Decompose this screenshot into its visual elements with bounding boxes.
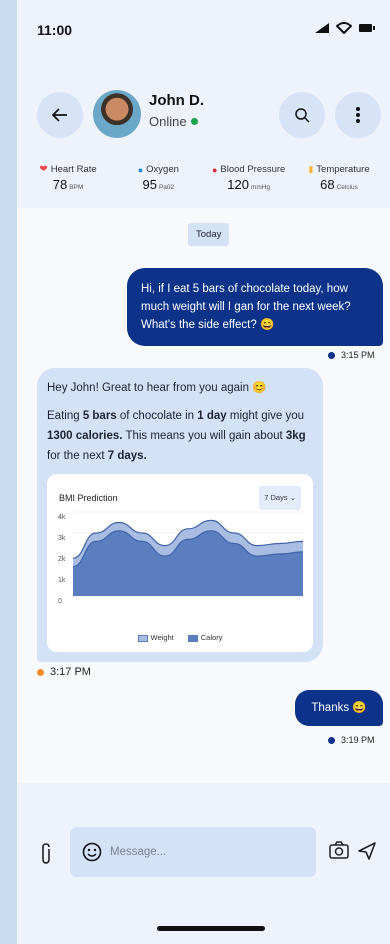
series-area-calory bbox=[73, 530, 303, 596]
status-bar: 11:00 bbox=[17, 0, 390, 60]
message-meta: 3:19 PM bbox=[328, 735, 375, 745]
avatar[interactable] bbox=[93, 90, 141, 138]
home-indicator bbox=[157, 926, 265, 931]
incoming-message[interactable]: Hey John! Great to hear from you again 😊… bbox=[37, 368, 323, 662]
status-time: 11:00 bbox=[37, 22, 73, 38]
vital-label: Blood Pressure bbox=[220, 164, 286, 175]
battery-icon bbox=[359, 24, 375, 32]
vital-heart-rate: ❤ Heart Rate 78 BPM bbox=[25, 164, 111, 192]
vitals-row: ❤ Heart Rate 78 BPM ● Oxygen 95 Pa02 ● Blood … bbox=[25, 164, 382, 192]
online-dot-icon bbox=[190, 118, 198, 125]
message-field[interactable] bbox=[70, 827, 316, 877]
emoji-icon[interactable] bbox=[82, 842, 102, 862]
vital-unit: Pa02 bbox=[158, 184, 175, 191]
vital-unit: mmHg bbox=[250, 184, 271, 191]
vital-temperature: ▮ Temperature 68 Celcius bbox=[296, 164, 382, 192]
vital-oxygen: ● Oxygen 95 Pa02 bbox=[115, 164, 201, 192]
wifi-icon bbox=[336, 22, 352, 34]
vital-blood-pressure: ● Blood Pressure 120 mmHg bbox=[206, 164, 292, 192]
vital-value: 95 bbox=[142, 177, 157, 192]
message-time: 3:15 PM bbox=[341, 350, 375, 360]
message-greeting: Hey John! Great to hear from you again 😊 bbox=[47, 382, 267, 394]
send-icon bbox=[358, 842, 376, 860]
camera-icon bbox=[329, 841, 349, 859]
heart-icon: ❤ bbox=[39, 164, 48, 175]
status-icons bbox=[314, 22, 376, 34]
chat-area[interactable]: Today Hi, if I eat 5 bars of chocolate t… bbox=[17, 208, 390, 783]
message-input-bar bbox=[17, 783, 390, 944]
outgoing-message[interactable]: Thanks 😄 bbox=[295, 690, 383, 726]
vital-value: 78 bbox=[52, 177, 68, 192]
chart-legend: Weight Calory bbox=[47, 628, 313, 648]
contact-name: John D. bbox=[149, 92, 204, 109]
received-dot-icon bbox=[37, 668, 44, 676]
signal-icon bbox=[315, 23, 329, 33]
more-options-button[interactable] bbox=[335, 92, 381, 138]
legend-item-weight: Weight bbox=[137, 628, 174, 648]
paperclip-icon bbox=[42, 843, 50, 864]
outgoing-message[interactable]: Hi, if I eat 5 bars of chocolate today, … bbox=[127, 268, 383, 346]
sent-dot-icon bbox=[328, 736, 335, 744]
chat-header: John D. Online bbox=[17, 88, 390, 144]
attach-button[interactable] bbox=[39, 843, 53, 871]
drop-icon: ● bbox=[137, 164, 144, 175]
contact-status: Online bbox=[149, 114, 198, 129]
message-meta: 3:15 PM bbox=[328, 350, 375, 360]
vital-unit: Celcius bbox=[336, 184, 358, 191]
vital-label: Heart Rate bbox=[50, 164, 97, 175]
legend-item-calory: Calory bbox=[187, 628, 222, 648]
date-divider: Today bbox=[188, 223, 230, 246]
status-label: Online bbox=[149, 114, 187, 129]
camera-button[interactable] bbox=[329, 841, 349, 864]
back-button[interactable] bbox=[37, 92, 83, 138]
vital-label: Temperature bbox=[316, 164, 370, 175]
bmi-chart-card: BMI Prediction 7 Days ⌄ 4k 3k 2k 1k 0 We… bbox=[47, 474, 313, 652]
search-button[interactable] bbox=[279, 92, 325, 138]
sent-dot-icon bbox=[328, 351, 335, 359]
message-time: 3:17 PM bbox=[50, 666, 91, 678]
message-body: Eating 5 bars of chocolate in 1 day migh… bbox=[47, 410, 306, 462]
thermometer-icon: ▮ bbox=[308, 164, 314, 174]
arrow-left-icon bbox=[52, 108, 67, 122]
search-icon bbox=[295, 108, 310, 123]
more-vertical-icon bbox=[356, 107, 360, 123]
phone-screen: 11:00 John D. Online ❤Heart Rate 78BPM bbox=[17, 0, 390, 944]
bmi-area-chart bbox=[72, 511, 304, 597]
message-meta: 3:17 PM bbox=[37, 666, 91, 678]
message-time: 3:19 PM bbox=[341, 735, 375, 745]
vital-value: 120 bbox=[227, 177, 249, 192]
vital-unit: BPM bbox=[69, 184, 84, 191]
send-button[interactable] bbox=[357, 841, 377, 866]
message-input[interactable] bbox=[110, 846, 300, 858]
vital-label: Oxygen bbox=[146, 164, 179, 175]
vital-value: 68 bbox=[320, 177, 335, 192]
drop-icon: ● bbox=[211, 164, 218, 175]
